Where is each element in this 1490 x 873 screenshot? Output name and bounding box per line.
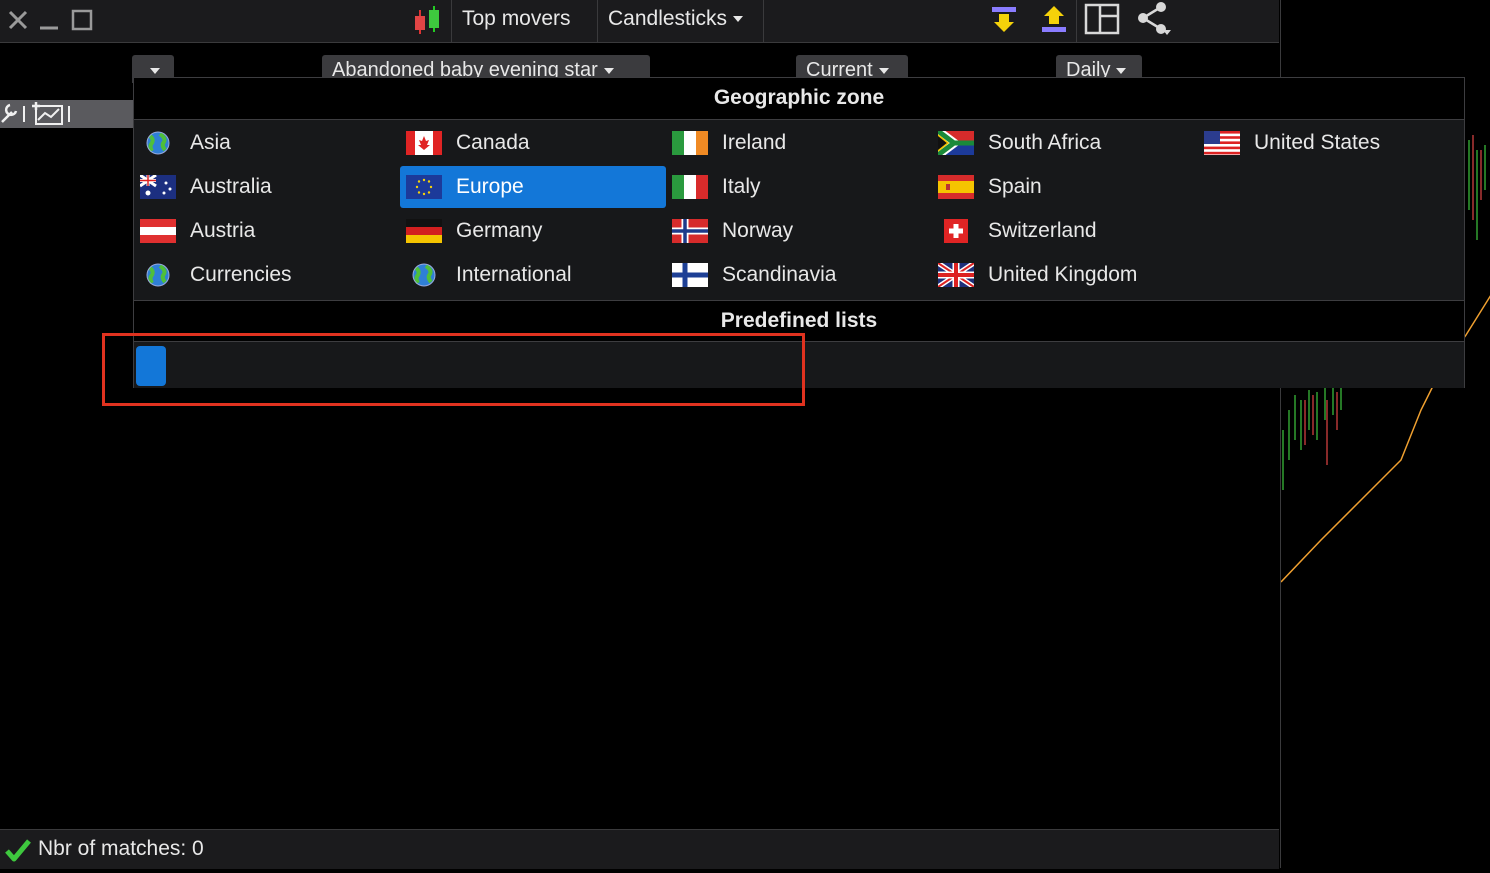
zone-label: United Kingdom (988, 263, 1138, 286)
flag-austria-icon (140, 219, 176, 243)
zone-label: International (456, 263, 572, 286)
left-tools-bar (0, 100, 134, 128)
close-window-icon[interactable] (4, 6, 32, 34)
top-movers-button[interactable]: Top movers (462, 7, 571, 31)
zone-label: Germany (456, 219, 543, 242)
zone-item-germany[interactable]: Germany (400, 210, 666, 252)
chevron-down-icon (603, 67, 614, 74)
upload-icon[interactable] (1038, 4, 1070, 36)
flag-uk-icon (936, 260, 976, 290)
zone-label: Europe (456, 175, 524, 198)
zone-item-international[interactable]: International (400, 254, 666, 296)
zone-label: South Africa (988, 131, 1102, 154)
zone-item-united-states[interactable]: United States (1198, 122, 1464, 164)
zone-item-austria[interactable]: Austria (134, 210, 400, 252)
flag-finland-icon (672, 263, 708, 287)
zone-item-ireland[interactable]: Ireland (666, 122, 932, 164)
zone-label: Asia (190, 131, 231, 154)
zone-item-switzerland[interactable]: Switzerland (932, 210, 1198, 252)
zone-item-italy[interactable]: Italy (666, 166, 932, 208)
zone-item-australia[interactable]: Australia (134, 166, 400, 208)
flag-germany-icon (406, 219, 442, 243)
zone-label: Canada (456, 131, 530, 154)
zone-label: Switzerland (988, 219, 1097, 242)
zone-item-scandinavia[interactable]: Scandinavia (666, 254, 932, 296)
flag-spain-icon (938, 175, 974, 199)
zone-item-currencies[interactable]: Currencies (134, 254, 400, 296)
zone-item-canada[interactable]: Canada (400, 122, 666, 164)
zone-item-spain[interactable]: Spain (932, 166, 1198, 208)
maximize-window-icon[interactable] (68, 6, 96, 34)
share-icon[interactable] (1134, 0, 1174, 36)
zone-item-asia[interactable]: Asia (134, 122, 400, 164)
zone-label: Italy (722, 175, 761, 198)
status-bar: Nbr of matches: 0 (0, 829, 1279, 869)
globe-icon (406, 263, 442, 287)
chart-type-dropdown[interactable]: Candlesticks (608, 7, 744, 31)
zone-label: Scandinavia (722, 263, 837, 286)
zone-item-europe[interactable]: Europe (400, 166, 666, 208)
zone-item-south-africa[interactable]: South Africa (932, 122, 1198, 164)
flag-south-africa-icon (935, 127, 974, 159)
flag-canada-icon (406, 131, 442, 155)
zone-label: Australia (190, 175, 272, 198)
flag-norway-icon (672, 219, 708, 243)
geographic-zone-header: Geographic zone (134, 78, 1464, 120)
zone-label: Spain (988, 175, 1042, 198)
flag-ireland-icon (672, 131, 708, 155)
zone-label: Ireland (722, 131, 787, 154)
globe-icon (140, 263, 176, 287)
zone-item-norway[interactable]: Norway (666, 210, 932, 252)
flag-usa-icon (1204, 131, 1240, 155)
zone-label: Austria (190, 219, 256, 242)
flag-eu-icon (406, 175, 442, 199)
zone-item-united-kingdom[interactable]: United Kingdom (932, 254, 1198, 296)
add-chart-icon[interactable] (32, 102, 63, 125)
chevron-down-icon (878, 67, 889, 74)
zone-label: Norway (722, 219, 794, 242)
minimize-window-icon[interactable] (36, 6, 64, 34)
flag-australia-icon (139, 173, 176, 199)
matches-count: Nbr of matches: 0 (38, 837, 204, 860)
wrench-icon[interactable] (1, 103, 18, 123)
checkmark-icon (4, 836, 32, 864)
flag-switzerland-icon (938, 219, 974, 243)
download-icon[interactable] (988, 4, 1020, 36)
chart-type-label: Candlesticks (608, 7, 728, 30)
globe-icon (140, 131, 176, 155)
zone-label: Currencies (190, 263, 292, 286)
layout-icon[interactable] (1084, 3, 1120, 35)
chevron-down-icon (733, 16, 744, 23)
chevron-down-icon (1116, 67, 1127, 74)
highlight-box (102, 333, 805, 406)
candles-icon (410, 4, 444, 38)
top-toolbar: Top movers Candlesticks (0, 0, 1279, 43)
flag-italy-icon (672, 175, 708, 199)
zone-label: United States (1254, 131, 1381, 154)
chevron-down-icon (150, 67, 160, 74)
